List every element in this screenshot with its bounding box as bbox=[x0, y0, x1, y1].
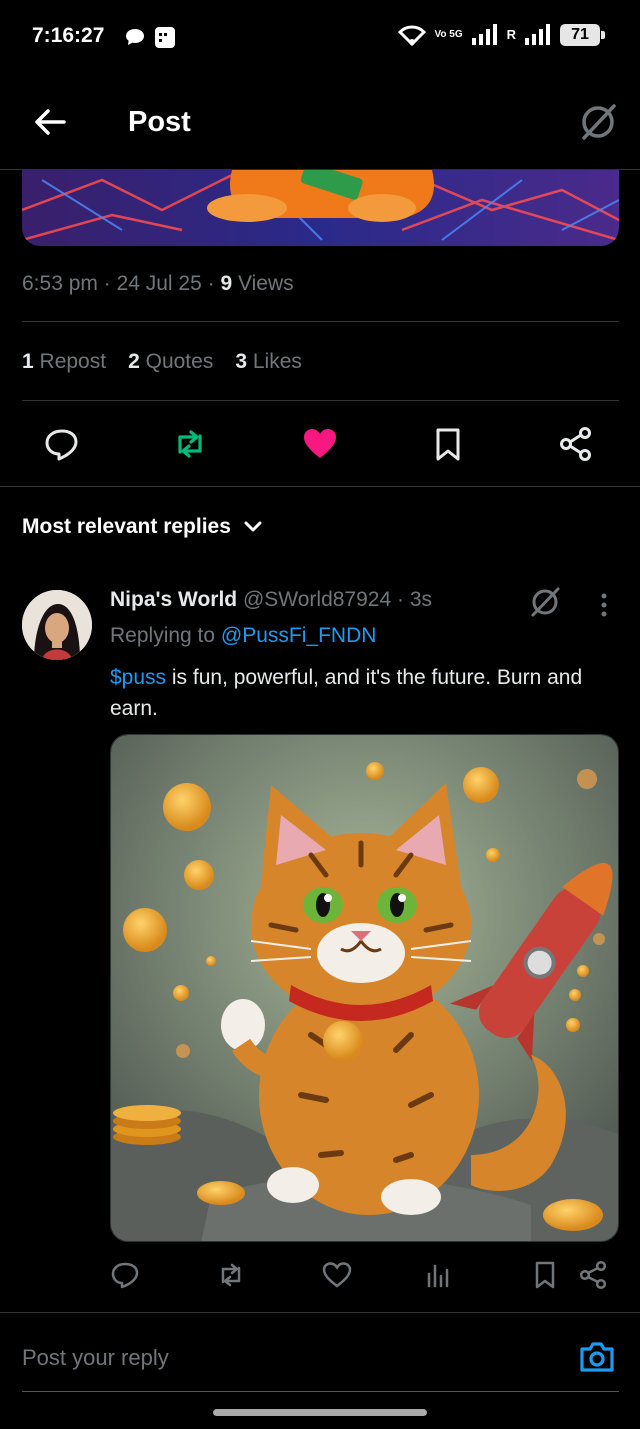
camera-icon[interactable] bbox=[578, 1339, 616, 1375]
cashtag-link[interactable]: $puss bbox=[110, 666, 166, 689]
post-date: 24 Jul 25 bbox=[116, 272, 202, 295]
post-stats: 1 Repost 2 Quotes 3 Likes bbox=[22, 350, 302, 374]
message-icon bbox=[126, 29, 144, 45]
reply-author-name[interactable]: Nipa's World bbox=[110, 588, 237, 611]
grok-icon[interactable] bbox=[528, 584, 562, 618]
wifi-icon bbox=[398, 25, 427, 46]
status-time: 7:16:27 bbox=[32, 24, 105, 47]
repost-icon[interactable] bbox=[216, 1260, 246, 1290]
divider bbox=[22, 400, 619, 401]
sort-label: Most relevant replies bbox=[22, 515, 231, 538]
more-vertical-icon[interactable] bbox=[592, 590, 616, 620]
chevron-down-icon bbox=[244, 521, 262, 532]
likes-stat[interactable]: 3 Likes bbox=[235, 350, 302, 374]
reply-header: Nipa's World @SWorld87924 · 3s bbox=[110, 588, 433, 611]
quotes-stat[interactable]: 2 Quotes bbox=[128, 350, 213, 374]
status-bar: 7:16:27 Vo 5G R 71 bbox=[0, 0, 640, 72]
divider bbox=[0, 486, 640, 487]
replying-to: Replying to @PussFi_FNDN bbox=[110, 624, 377, 647]
reply-image[interactable] bbox=[110, 734, 619, 1242]
reply-action-bar bbox=[110, 1258, 619, 1292]
reply-icon[interactable] bbox=[44, 426, 80, 462]
reply-text: $puss is fun, powerful, and it's the fut… bbox=[110, 666, 583, 720]
signal-icon bbox=[525, 24, 550, 45]
bookmark-icon[interactable] bbox=[430, 426, 466, 462]
reposts-stat[interactable]: 1 Repost bbox=[22, 350, 106, 374]
post-meta: 6:53 pm · 24 Jul 25 · 9 Views bbox=[22, 272, 294, 295]
grok-icon[interactable] bbox=[578, 100, 618, 142]
mention-link[interactable]: @PussFi_FNDN bbox=[221, 624, 377, 647]
back-arrow-icon[interactable] bbox=[30, 102, 70, 142]
top-app-bar: Post bbox=[0, 72, 640, 170]
bookmark-icon[interactable] bbox=[530, 1260, 560, 1290]
post-action-bar bbox=[22, 418, 619, 470]
reply-input[interactable]: Post your reply bbox=[22, 1345, 169, 1371]
heart-icon[interactable] bbox=[322, 1260, 352, 1290]
battery-icon: 71 bbox=[560, 24, 605, 46]
share-icon[interactable] bbox=[578, 1260, 608, 1290]
reply-composer: Post your reply bbox=[0, 1312, 640, 1392]
share-icon[interactable] bbox=[558, 426, 594, 462]
divider bbox=[22, 321, 619, 322]
home-indicator[interactable] bbox=[213, 1409, 427, 1416]
signal-icon bbox=[471, 24, 497, 45]
calendar-icon bbox=[155, 27, 175, 48]
replies-sort-dropdown[interactable]: Most relevant replies bbox=[22, 515, 263, 539]
reply-time: 3s bbox=[409, 588, 433, 611]
views-count: 9 bbox=[220, 272, 233, 295]
post-image[interactable] bbox=[22, 170, 619, 246]
roaming-label: R bbox=[506, 27, 516, 42]
analytics-icon[interactable] bbox=[424, 1260, 454, 1290]
repost-icon[interactable] bbox=[172, 426, 208, 462]
network-label: Vo 5G bbox=[434, 29, 463, 40]
composer-underline bbox=[22, 1391, 619, 1392]
avatar[interactable] bbox=[22, 590, 92, 660]
reply-author-handle[interactable]: @SWorld87924 bbox=[243, 588, 391, 611]
views-label: Views bbox=[238, 272, 294, 295]
page-title: Post bbox=[128, 106, 191, 138]
reply-icon[interactable] bbox=[110, 1260, 140, 1290]
heart-icon[interactable] bbox=[302, 426, 338, 462]
post-time: 6:53 pm bbox=[22, 272, 98, 295]
